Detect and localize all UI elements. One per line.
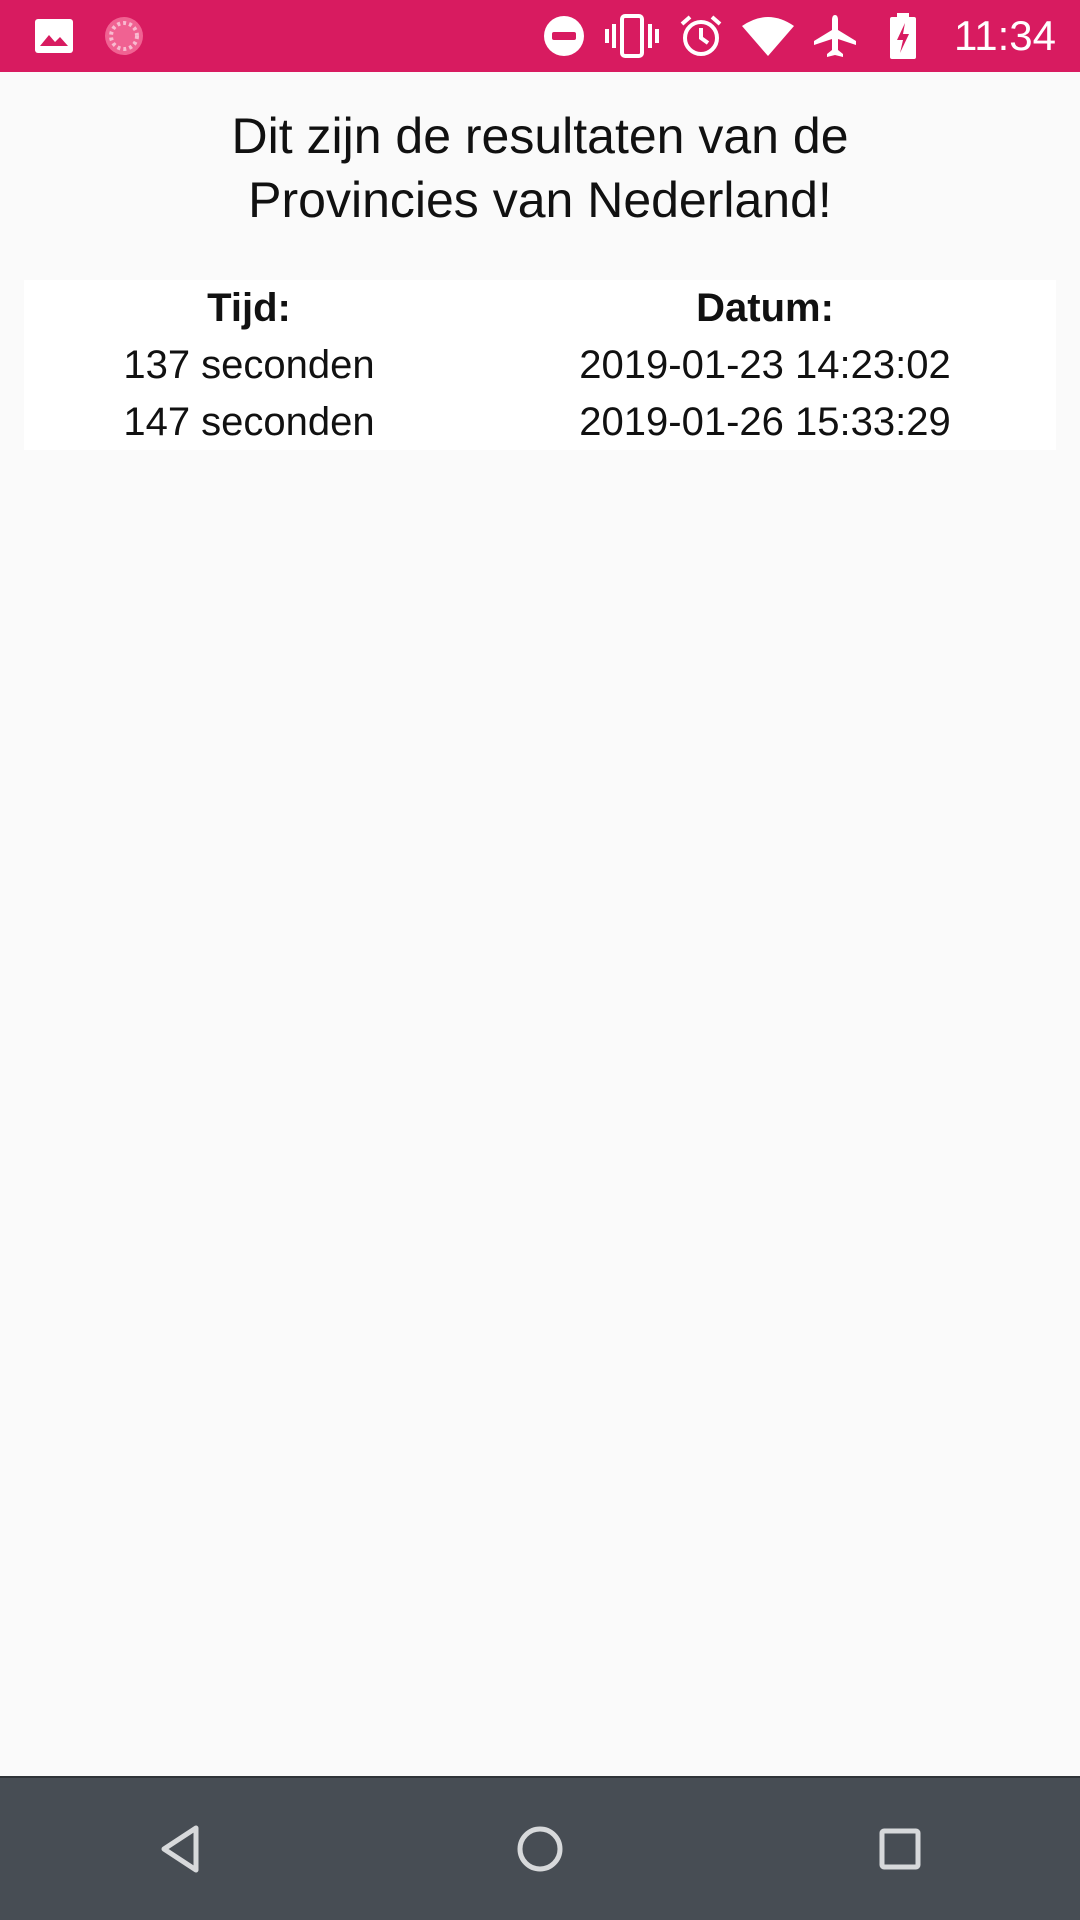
result-date: 2019-01-23 14:23:02 — [579, 343, 951, 387]
page-title: Dit zijn de resultaten van de Provincies… — [0, 104, 1080, 232]
page-title-line2: Provincies van Nederland! — [248, 172, 832, 228]
airplane-mode-icon — [810, 0, 860, 72]
result-time: 147 seconden — [123, 400, 375, 444]
column-header-time: Tijd: — [207, 286, 291, 330]
vibrate-icon — [604, 0, 660, 72]
table-header-row: Tijd: Datum: — [24, 280, 1056, 337]
results-table: Tijd: Datum: 137 seconden 2019-01-23 14:… — [24, 280, 1056, 450]
recents-icon — [879, 1828, 921, 1870]
wifi-icon — [740, 0, 796, 72]
table-row: 137 seconden 2019-01-23 14:23:02 — [24, 337, 1056, 394]
recents-button[interactable] — [840, 1789, 960, 1909]
do-not-disturb-icon — [542, 0, 586, 72]
table-row: 147 seconden 2019-01-26 15:33:29 — [24, 394, 1056, 451]
home-button[interactable] — [480, 1789, 600, 1909]
home-icon — [517, 1826, 563, 1872]
status-bar-clock: 11:34 — [954, 12, 1056, 59]
result-date: 2019-01-26 15:33:29 — [579, 400, 951, 444]
battery-charging-icon — [888, 0, 918, 72]
page-title-line1: Dit zijn de resultaten van de — [231, 108, 849, 164]
status-bar: 11:34 — [0, 0, 1080, 72]
column-header-date: Datum: — [696, 286, 834, 330]
alarm-icon — [678, 0, 724, 72]
loading-icon — [102, 0, 146, 72]
navigation-bar — [0, 1776, 1080, 1920]
back-icon — [161, 1825, 199, 1873]
result-time: 137 seconden — [123, 343, 375, 387]
back-button[interactable] — [120, 1789, 240, 1909]
results-screen: Dit zijn de resultaten van de Provincies… — [0, 72, 1080, 1776]
image-icon — [32, 0, 76, 72]
